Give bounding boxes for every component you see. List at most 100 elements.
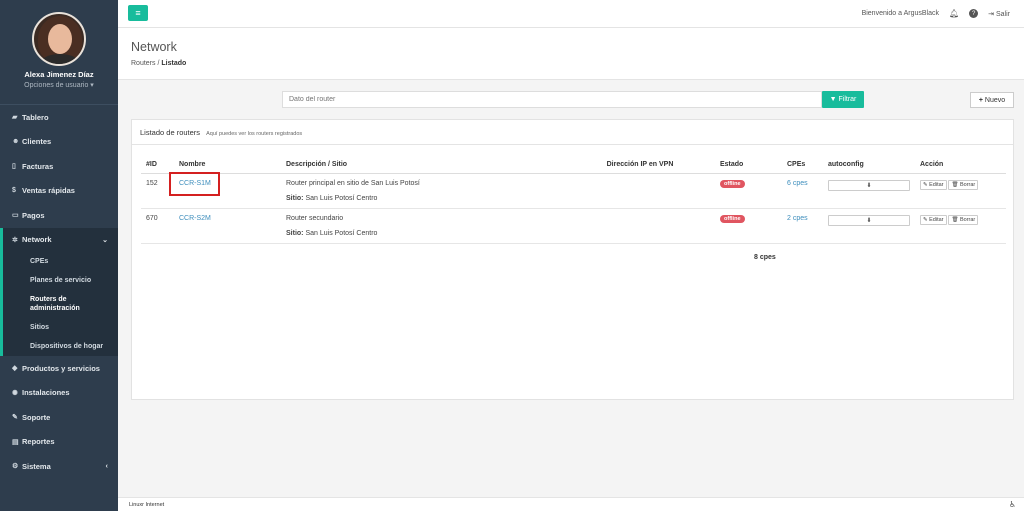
panel-hint: Aquí puedes ver los routers registrados — [206, 131, 303, 137]
help-icon[interactable]: ? — [969, 9, 979, 18]
sidebar-item-soporte[interactable]: ✎ Soporte — [0, 405, 118, 430]
panel-title: Listado de routers — [140, 128, 201, 137]
col-header-cpes[interactable]: CPEs — [782, 156, 823, 174]
panel-header: Listado de routers Aquí puedes ver los r… — [132, 120, 1013, 145]
footer: Linuxr Internet ♿︎ — [118, 497, 1024, 511]
router-id: 670 — [146, 214, 158, 222]
cpes-link[interactable]: 6 cpes — [787, 180, 808, 187]
network-section: ✲ Network ⌄ CPEs Planes de servicio Router… — [0, 227, 118, 356]
logout-link[interactable]: ⇥ Salir — [988, 10, 1010, 18]
filter-icon: ▼ — [829, 96, 837, 103]
sign-out-icon: ⇥ — [988, 10, 995, 18]
table-row: 152 CCR-S1M Router principal en sitio de… — [141, 173, 1006, 191]
footer-text: Linuxr Internet — [129, 502, 165, 508]
trash-icon: 🗑︎ — [951, 181, 959, 188]
status-badge: offline — [720, 214, 745, 223]
sidebar-subitem-routers[interactable]: Routers de administración — [3, 290, 118, 318]
sidebar-item-clientes[interactable]: ☻ Clientes — [0, 130, 118, 155]
download-icon: ⬇ — [866, 182, 872, 189]
gears-icon: ✺ — [12, 389, 18, 397]
router-site: San Luis Potosí Centro — [305, 229, 378, 237]
user-profile: Alexa Jimenez Díaz Opciones de usuario ▾ — [0, 0, 118, 104]
table-row-site: Sitio: San Luis Potosí Centro — [141, 225, 1006, 244]
edit-icon: ✎ — [923, 216, 928, 223]
welcome-text: Bienvenido a ArgusBlack — [861, 10, 939, 17]
plus-icon: + — [978, 96, 983, 104]
autoconfig-download-button[interactable]: ⬇ — [828, 214, 910, 226]
breadcrumb-current: Listado — [161, 60, 187, 67]
topbar-right: Bienvenido a ArgusBlack 🔔︎ ? ⇥ Salir — [862, 9, 1010, 18]
hamburger-icon: ≡ — [135, 8, 141, 18]
cpes-total: 8 cpes — [754, 254, 776, 261]
router-ip — [565, 208, 715, 226]
sidebar-item-productos[interactable]: ◆ Productos y servicios — [0, 356, 118, 381]
download-icon: ⬇ — [866, 217, 872, 224]
network-icon: ✲ — [12, 236, 18, 244]
cogs-icon: ⚙ — [12, 463, 19, 471]
col-header-descripcion[interactable]: Descripción / Sitio — [281, 156, 565, 174]
routers-panel: Listado de routers Aquí puedes ver los r… — [131, 119, 1014, 400]
filter-button[interactable]: ▼ Filtrar — [822, 91, 864, 108]
edit-button[interactable]: ✎ Editar — [920, 179, 947, 190]
page-title: Network — [131, 40, 177, 54]
dashboard-icon: ▰ — [12, 114, 18, 122]
col-header-accion: Acción — [915, 156, 1006, 174]
sidebar-item-pagos[interactable]: ▭ Pagos — [0, 203, 118, 228]
col-header-id[interactable]: #ID — [141, 156, 174, 174]
book-icon: ▤ — [12, 438, 19, 446]
router-search-input[interactable] — [282, 91, 822, 108]
table-header-row: #ID Nombre Descripción / Sitio Dirección… — [141, 156, 1006, 174]
money-icon: ▭ — [12, 212, 19, 220]
dollar-icon: $ — [12, 187, 16, 195]
tag-icon: ◆ — [12, 365, 18, 373]
user-name: Alexa Jimenez Díaz — [24, 70, 94, 79]
cpes-link[interactable]: 2 cpes — [787, 215, 808, 222]
router-ip — [565, 173, 715, 191]
sidebar-item-tablero[interactable]: ▰ Tablero — [0, 105, 118, 130]
trash-icon: 🗑︎ — [951, 216, 959, 223]
routers-table: #ID Nombre Descripción / Sitio Dirección… — [141, 156, 1006, 244]
sidebar-item-reportes[interactable]: ▤ Reportes — [0, 430, 118, 455]
sidebar-item-facturas[interactable]: ▯ Facturas — [0, 154, 118, 179]
router-name-link[interactable]: CCR-S2M — [179, 215, 211, 222]
sidebar-menu: ▰ Tablero ☻ Clientes ▯ Facturas $ Ventas ráp… — [0, 104, 118, 479]
sidebar-subitem-cpes[interactable]: CPEs — [3, 252, 118, 271]
sidebar-item-network[interactable]: ✲ Network ⌄ — [3, 228, 118, 253]
sidebar-item-ventas[interactable]: $ Ventas rápidas — [0, 179, 118, 204]
chevron-down-icon: ⌄ — [102, 236, 108, 244]
breadcrumb-separator: / — [157, 60, 160, 67]
page-header: Network Routers / Listado — [118, 28, 1024, 80]
router-description: Router principal en sitio de San Luis Po… — [286, 179, 420, 187]
edit-icon: ✎ — [923, 181, 928, 188]
col-header-nombre[interactable]: Nombre — [174, 156, 281, 174]
highlight-box — [169, 172, 220, 196]
table-row-site: Sitio: San Luis Potosí Centro — [141, 190, 1006, 209]
breadcrumb: Routers / Listado — [131, 60, 186, 67]
sidebar-subitem-planes[interactable]: Planes de servicio — [3, 271, 118, 290]
bell-icon[interactable]: 🔔︎ — [949, 9, 959, 18]
new-router-button[interactable]: + Nuevo — [970, 92, 1014, 108]
table-row: 670 CCR-S2M Router secundario offline 2 … — [141, 208, 1006, 226]
col-header-ip[interactable]: Dirección IP en VPN — [565, 156, 715, 174]
delete-button[interactable]: 🗑︎ Borrar — [948, 214, 979, 225]
topbar: ≡ Bienvenido a ArgusBlack 🔔︎ ? ⇥ Salir — [118, 0, 1024, 28]
avatar[interactable] — [32, 12, 86, 66]
file-icon: ▯ — [12, 163, 16, 171]
breadcrumb-routers[interactable]: Routers — [131, 60, 156, 67]
autoconfig-download-button[interactable]: ⬇ — [828, 179, 910, 191]
delete-button[interactable]: 🗑︎ Borrar — [948, 179, 979, 190]
router-site: San Luis Potosí Centro — [305, 194, 378, 202]
accessibility-icon[interactable]: ♿︎ — [1009, 500, 1016, 509]
col-header-estado[interactable]: Estado — [715, 156, 782, 174]
menu-toggle-button[interactable]: ≡ — [128, 5, 148, 21]
chevron-left-icon: ‹ — [105, 462, 108, 470]
edit-button[interactable]: ✎ Editar — [920, 214, 947, 225]
sidebar-subitem-dispositivos[interactable]: Dispositivos de hogar — [3, 337, 118, 356]
user-options-dropdown[interactable]: Opciones de usuario ▾ — [0, 81, 118, 89]
users-icon: ☻ — [12, 138, 20, 146]
col-header-autoconfig[interactable]: autoconfig — [823, 156, 915, 174]
sidebar-item-instalaciones[interactable]: ✺ Instalaciones — [0, 381, 118, 406]
sidebar-item-sistema[interactable]: ⚙ Sistema ‹ — [0, 454, 118, 479]
router-description: Router secundario — [286, 214, 344, 222]
sidebar-subitem-sitios[interactable]: Sitios — [3, 318, 118, 337]
